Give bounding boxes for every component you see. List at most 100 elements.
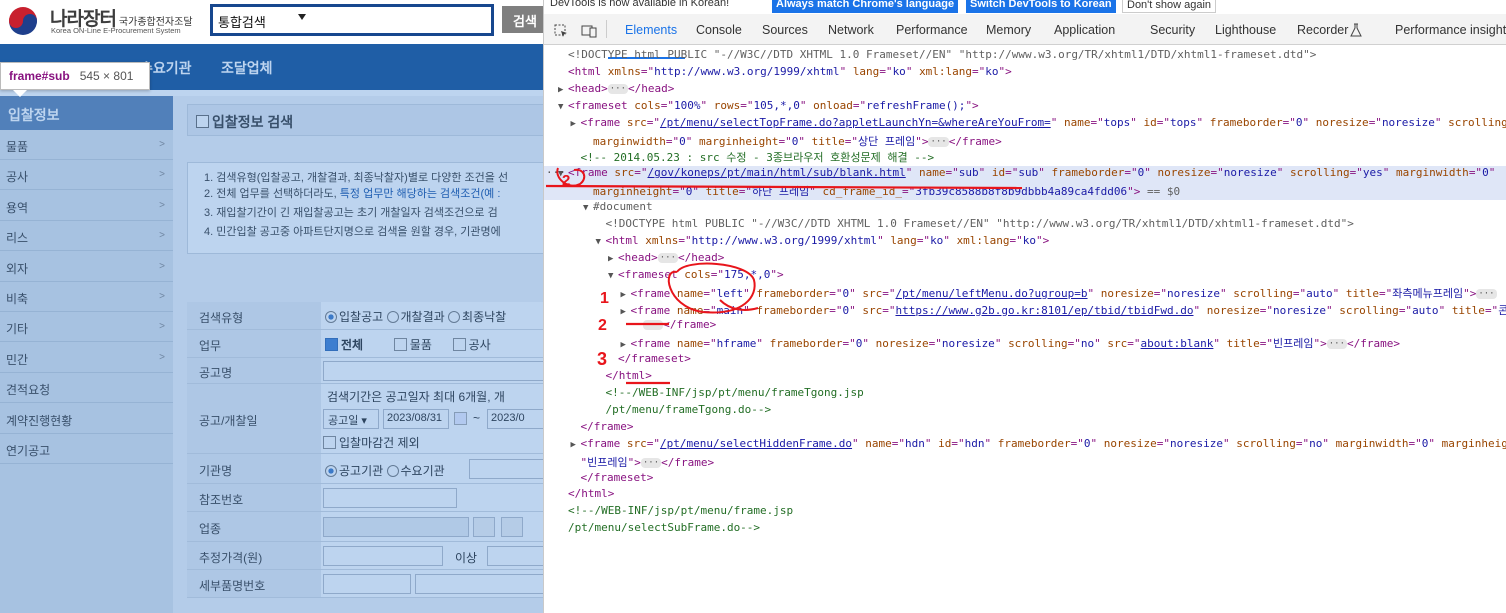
expand-triangle-icon[interactable]: ▶ xyxy=(608,254,618,264)
sidebar-item[interactable]: 민간 > xyxy=(0,343,173,373)
calendar-icon[interactable] xyxy=(454,412,467,425)
match-language-button[interactable]: Always match Chrome's language xyxy=(772,0,959,13)
sidebar-item[interactable]: 리스 > xyxy=(0,221,173,252)
dom-node-line[interactable]: ▶ <frame name="left" frameborder="0" src=… xyxy=(544,285,1506,302)
sidebar-item[interactable]: 연기공고 xyxy=(0,434,173,464)
dom-node-line[interactable]: </html> xyxy=(544,369,1506,386)
search-scope-select[interactable]: 통합검색 xyxy=(218,12,266,31)
tab-performance[interactable]: Performance xyxy=(896,23,968,37)
search-box[interactable]: 통합검색 xyxy=(210,4,494,36)
date-from-input[interactable]: 2023/08/31 xyxy=(383,409,449,429)
nav-item-supplier[interactable]: 조달업체 xyxy=(221,58,273,78)
notice-highlight[interactable]: 특정 업무만 해당하는 검색조건(예 : xyxy=(340,188,501,200)
tab-security[interactable]: Security xyxy=(1150,23,1195,37)
expand-triangle-icon[interactable]: ▶ xyxy=(621,290,631,300)
dom-node-line[interactable]: ▶ <head> ··· </head> xyxy=(544,82,1506,99)
dom-node-line[interactable]: marginwidth="0" marginheight="0" title="… xyxy=(544,133,1506,150)
dom-node-line[interactable]: <!--/WEB-INF/jsp/pt/menu/frameTgong.jsp xyxy=(544,386,1506,403)
tab-recorder[interactable]: Recorder xyxy=(1297,23,1348,37)
ellipsis-badge[interactable]: ··· xyxy=(657,252,679,263)
collapse-triangle-icon[interactable]: ▼ xyxy=(596,237,606,247)
tab-lighthouse[interactable]: Lighthouse xyxy=(1215,23,1276,37)
tab-performance-insights[interactable]: Performance insights xyxy=(1395,23,1506,37)
dom-node-line[interactable]: "빈프레임"> ··· </frame> xyxy=(544,454,1506,471)
dom-node-line[interactable]: <!--/WEB-INF/jsp/pt/menu/frame.jsp xyxy=(544,504,1506,521)
more-options-icon[interactable]: ··· xyxy=(546,166,566,179)
device-toolbar-icon[interactable] xyxy=(581,24,597,38)
dom-link[interactable]: /pt/menu/leftMenu.do?ugroup=b xyxy=(895,287,1087,300)
checkbox[interactable] xyxy=(393,338,407,351)
dom-link[interactable]: /pt/menu/selectTopFrame.do?appletLaunchY… xyxy=(660,116,1051,129)
ref-input[interactable] xyxy=(323,488,457,508)
price-min-input[interactable] xyxy=(323,546,443,566)
collapse-triangle-icon[interactable]: ▼ xyxy=(558,102,568,112)
ellipsis-badge[interactable]: ··· xyxy=(1476,288,1497,299)
dont-show-button[interactable]: Don't show again xyxy=(1122,0,1217,13)
sidebar-item[interactable]: 공사 > xyxy=(0,160,173,191)
radio-button[interactable] xyxy=(386,465,399,477)
checkbox[interactable] xyxy=(452,338,466,351)
dom-node-line[interactable]: <!-- 2014.05.23 : src 수정 - 3종브라우저 호환성문제 … xyxy=(544,149,1506,166)
dom-node-line[interactable]: <!DOCTYPE html PUBLIC "-//W3C//DTD XHTML… xyxy=(544,48,1506,65)
clear-icon[interactable] xyxy=(501,517,523,537)
dom-node-line[interactable]: ▼ <frameset cols="175,*,0"> xyxy=(544,268,1506,285)
sidebar-item[interactable]: 기타 > xyxy=(0,312,173,343)
date-to-input[interactable]: 2023/0 xyxy=(487,409,543,429)
price-max-input[interactable] xyxy=(487,546,543,566)
date-type-select[interactable]: 공고일 ▾ xyxy=(323,409,379,429)
sidebar-item[interactable]: 용역 > xyxy=(0,191,173,221)
tab-memory[interactable]: Memory xyxy=(986,23,1031,37)
dom-node-line[interactable]: ··· </frame> xyxy=(544,318,1506,335)
sidebar-header[interactable]: 입찰정보 xyxy=(0,96,173,130)
dom-link[interactable]: about:blank xyxy=(1141,337,1214,350)
tab-network[interactable]: Network xyxy=(828,23,874,37)
tab-elements[interactable]: Elements xyxy=(625,23,677,37)
dom-node-line[interactable]: marginheight="0" title="하단 프레임" cd_frame… xyxy=(544,183,1506,201)
sidebar-item[interactable]: 물품 > xyxy=(0,130,173,160)
ellipsis-badge[interactable]: ··· xyxy=(643,320,664,331)
item-input[interactable] xyxy=(323,574,411,594)
dom-node-line[interactable]: <!DOCTYPE html PUBLIC "-//W3C//DTD XHTML… xyxy=(544,217,1506,234)
tab-sources[interactable]: Sources xyxy=(762,23,808,37)
checkbox[interactable] xyxy=(323,436,336,449)
ellipsis-badge[interactable]: ··· xyxy=(928,136,949,147)
dom-node-line[interactable]: ▶ <head> ··· </head> xyxy=(544,251,1506,268)
radio-button[interactable] xyxy=(386,311,399,323)
dom-node-line[interactable]: ▼ <html xmlns="http://www.w3.org/1999/xht… xyxy=(544,234,1506,251)
search-icon[interactable] xyxy=(473,517,495,537)
dom-node-line[interactable]: </html> xyxy=(544,487,1506,504)
dom-link[interactable]: https://www.g2b.go.kr:8101/ep/tbid/tbidF… xyxy=(895,304,1193,317)
radio-button[interactable] xyxy=(448,311,461,323)
collapse-triangle-icon[interactable]: ▼ xyxy=(608,271,618,281)
notice-name-input[interactable] xyxy=(323,361,543,381)
expand-triangle-icon[interactable]: ▶ xyxy=(571,440,581,450)
dom-link[interactable]: /pt/menu/selectHiddenFrame.do xyxy=(660,437,852,450)
sidebar-item[interactable]: 비축 > xyxy=(0,282,173,312)
inspect-element-icon[interactable] xyxy=(554,24,568,38)
ellipsis-badge[interactable]: ··· xyxy=(640,457,662,468)
sidebar-item[interactable]: 계약진행현황 xyxy=(0,404,173,434)
dom-node-line[interactable]: </frameset> xyxy=(544,352,1506,369)
dom-node-line[interactable]: /pt/menu/frameTgong.do--> xyxy=(544,403,1506,420)
dom-node-line[interactable]: ▼ <frameset cols="100%" rows="105,*,0" on… xyxy=(544,99,1506,116)
switch-korean-button[interactable]: Switch DevTools to Korean xyxy=(966,0,1116,13)
dom-node-line[interactable]: /pt/menu/selectSubFrame.do--> xyxy=(544,521,1506,538)
tab-application[interactable]: Application xyxy=(1054,23,1115,37)
dom-node-line[interactable]: ▶ <frame name="hframe" frameborder="0" no… xyxy=(544,335,1506,352)
industry-input[interactable] xyxy=(323,517,469,537)
dom-node-line[interactable]: ▼ #document xyxy=(544,200,1506,217)
radio-button[interactable] xyxy=(325,465,337,477)
sidebar-item[interactable]: 견적요청 xyxy=(0,373,173,404)
dom-node-line[interactable]: ▶ <frame src="/pt/menu/selectHiddenFrame.… xyxy=(544,437,1506,454)
dom-node-line[interactable]: ▶ <frame name="main" frameborder="0" src=… xyxy=(544,302,1506,319)
search-button[interactable]: 검색 xyxy=(502,6,543,33)
dom-node-line[interactable]: </frameset> xyxy=(544,471,1506,488)
radio-button[interactable] xyxy=(325,311,337,323)
sidebar-item[interactable]: 외자 > xyxy=(0,252,173,282)
item-name-input[interactable] xyxy=(415,574,543,594)
checkbox[interactable] xyxy=(325,338,338,351)
dom-node-line[interactable]: ··· ▼ <frame src="/gov/koneps/pt/main/html… xyxy=(544,166,1506,184)
collapse-triangle-icon[interactable]: ▼ xyxy=(583,203,593,213)
dom-node-line[interactable]: <html xmlns="http://www.w3.org/1999/xhtm… xyxy=(544,65,1506,82)
dom-link[interactable]: /gov/koneps/pt/main/html/sub/blank.html xyxy=(647,166,905,179)
